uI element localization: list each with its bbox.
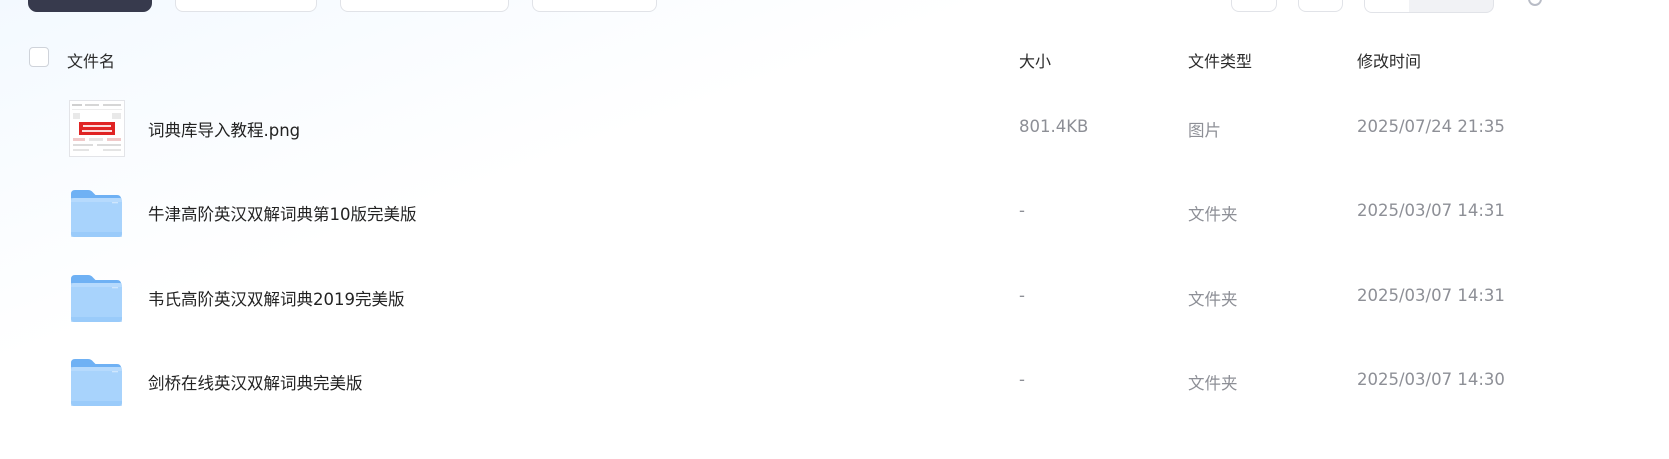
file-type: 图片 xyxy=(1188,121,1221,140)
select-all-checkbox[interactable] xyxy=(29,47,49,67)
settings-icon[interactable] xyxy=(1528,0,1542,6)
view-toggle-active-segment[interactable] xyxy=(1365,0,1409,12)
file-name[interactable]: 词典库导入教程.png xyxy=(148,117,300,141)
sort-button[interactable] xyxy=(1231,0,1277,12)
file-row[interactable]: 剑桥在线英汉双解词典完美版 - 文件夹 2025/03/07 14:30 xyxy=(0,338,1669,422)
toolbar-button[interactable] xyxy=(175,0,317,12)
upload-button[interactable] xyxy=(28,0,152,12)
file-row[interactable]: 牛津高阶英汉双解词典第10版完美版 - 文件夹 2025/03/07 14:31 xyxy=(0,169,1669,253)
folder-icon xyxy=(69,269,125,326)
folder-icon xyxy=(69,184,125,241)
file-name[interactable]: 牛津高阶英汉双解词典第10版完美版 xyxy=(148,201,417,225)
file-name[interactable]: 韦氏高阶英汉双解词典2019完美版 xyxy=(148,286,405,310)
file-size: - xyxy=(1019,286,1025,305)
file-type: 文件夹 xyxy=(1188,205,1238,224)
file-size: - xyxy=(1019,201,1025,220)
header-name[interactable]: 文件名 xyxy=(67,48,115,72)
header-size[interactable]: 大小 xyxy=(1019,48,1051,72)
toolbar xyxy=(0,0,1669,14)
file-row[interactable]: 韦氏高阶英汉双解词典2019完美版 - 文件夹 2025/03/07 14:31 xyxy=(0,254,1669,338)
toolbar-button[interactable] xyxy=(532,0,657,12)
header-type[interactable]: 文件类型 xyxy=(1188,48,1252,72)
view-toggle[interactable] xyxy=(1364,0,1494,13)
file-row[interactable]: 词典库导入教程.png 801.4KB 图片 2025/07/24 21:35 xyxy=(0,85,1669,169)
file-modified: 2025/07/24 21:35 xyxy=(1357,117,1505,136)
file-size: - xyxy=(1019,370,1025,389)
folder-icon xyxy=(69,353,125,410)
file-type: 文件夹 xyxy=(1188,290,1238,309)
file-list-header: 文件名 大小 文件类型 修改时间 xyxy=(0,38,1669,78)
file-modified: 2025/03/07 14:30 xyxy=(1357,370,1505,389)
header-modified[interactable]: 修改时间 xyxy=(1357,48,1421,72)
file-name[interactable]: 剑桥在线英汉双解词典完美版 xyxy=(148,370,363,394)
file-size: 801.4KB xyxy=(1019,117,1089,136)
image-thumbnail-icon xyxy=(69,100,125,157)
file-type: 文件夹 xyxy=(1188,374,1238,393)
filter-button[interactable] xyxy=(1298,0,1343,12)
file-modified: 2025/03/07 14:31 xyxy=(1357,286,1505,305)
file-modified: 2025/03/07 14:31 xyxy=(1357,201,1505,220)
toolbar-button[interactable] xyxy=(340,0,509,12)
